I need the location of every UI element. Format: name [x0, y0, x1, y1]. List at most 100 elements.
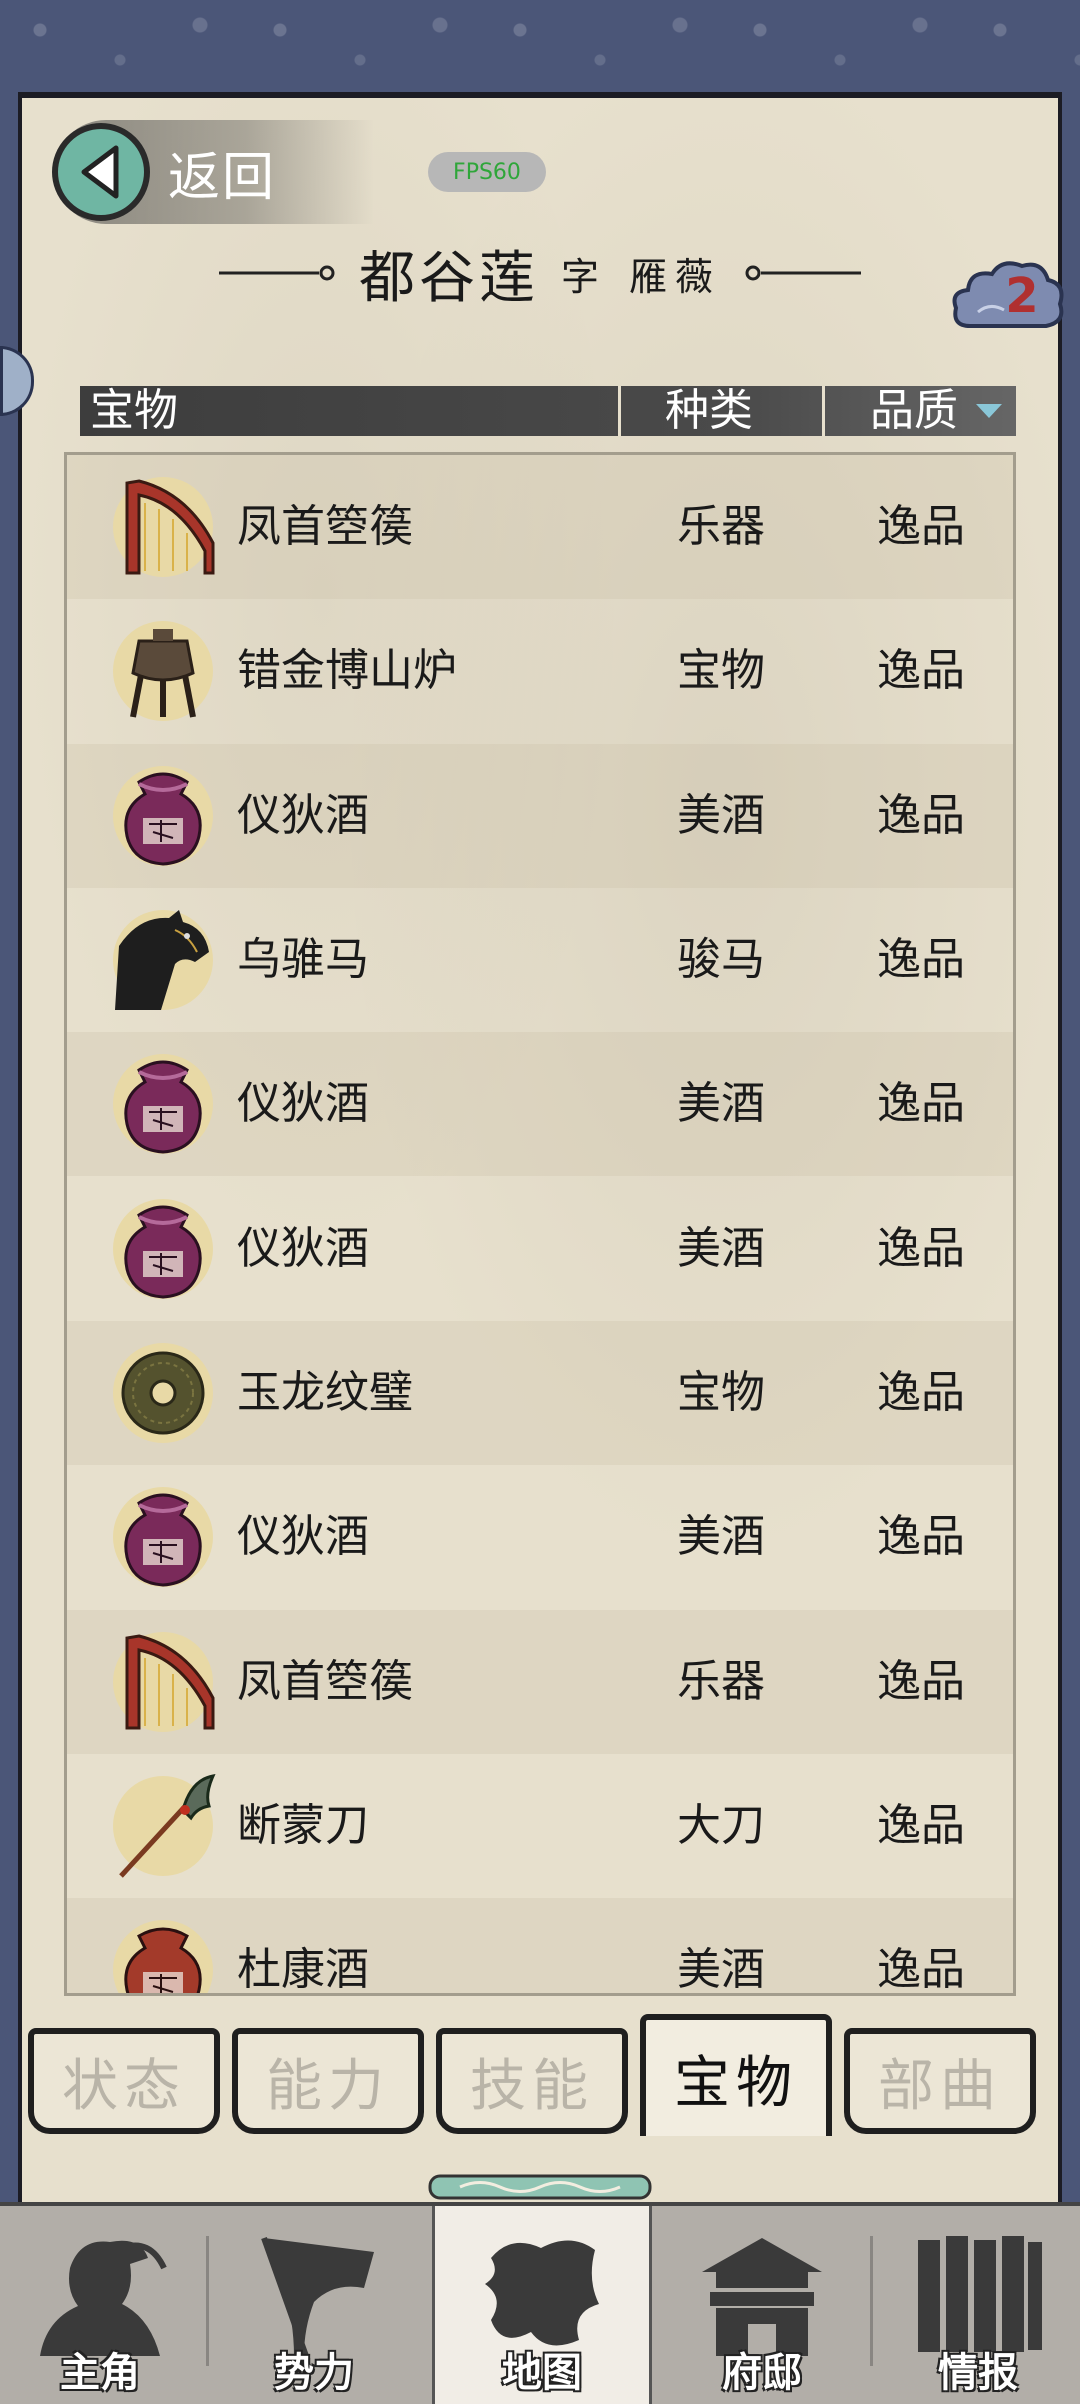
- tab-skills[interactable]: 技能: [436, 2028, 628, 2134]
- tab-bar: 状态 能力 技能 宝物 部曲: [28, 2014, 1058, 2140]
- nav-map-label: 地图: [502, 2349, 582, 2396]
- item-name: 凤首箜篌: [237, 501, 413, 552]
- item-name: 乌骓马: [237, 934, 369, 985]
- sort-descending-icon[interactable]: [976, 404, 1002, 418]
- scroll-ornament-icon: [428, 2174, 652, 2200]
- item-quality: 逸品: [877, 1223, 965, 1274]
- wine-jar-icon: [113, 1487, 213, 1587]
- bottom-navigation: 主角 势力 地图 府邸 情报: [0, 2202, 1080, 2404]
- table-row[interactable]: 仪狄酒 美酒 逸品: [67, 1177, 1013, 1321]
- item-quality: 逸品: [877, 1800, 965, 1851]
- jade-disc-icon: [113, 1343, 213, 1443]
- item-name: 错金博山炉: [237, 645, 457, 696]
- nav-divider: [870, 2236, 873, 2366]
- item-name: 仪狄酒: [237, 1511, 369, 1562]
- table-header: 宝物 种类 品质: [80, 386, 1016, 436]
- nav-intel-label: 情报: [938, 2349, 1018, 2396]
- item-kind: 乐器: [677, 501, 765, 552]
- fps-counter: FPS60: [428, 152, 546, 192]
- item-name: 玉龙纹璧: [237, 1367, 413, 1418]
- treasure-list[interactable]: 凤首箜篌 乐器 逸品 错金博山炉 宝物 逸品 仪狄酒 美酒 逸品 乌骓马 骏马 逸品 仪狄酒 美酒 逸品 仪狄…: [64, 452, 1016, 1996]
- wine-jar-icon: [113, 1199, 213, 1299]
- table-row[interactable]: 断蒙刀 大刀 逸品: [67, 1754, 1013, 1898]
- item-kind: 美酒: [677, 1944, 765, 1995]
- glaive-icon: [113, 1774, 216, 1878]
- item-quality: 逸品: [877, 1367, 965, 1418]
- tab-ability[interactable]: 能力: [232, 2028, 424, 2134]
- wine-jar-icon: [113, 766, 213, 866]
- red-wine-jar-icon: [113, 1920, 213, 1993]
- item-quality: 逸品: [877, 790, 965, 841]
- right-frame: [1058, 92, 1080, 2202]
- nav-residence-label: 府邸: [722, 2349, 802, 2396]
- item-kind: 宝物: [677, 1367, 765, 1418]
- notification-count: 2: [1005, 268, 1039, 324]
- back-arrow-icon: [52, 123, 150, 221]
- right-ornament-icon: [745, 265, 862, 281]
- table-row[interactable]: 仪狄酒 美酒 逸品: [67, 1465, 1013, 1609]
- header-divider: [822, 386, 825, 436]
- item-kind: 美酒: [677, 790, 765, 841]
- item-name: 仪狄酒: [237, 790, 369, 841]
- item-name: 断蒙刀: [237, 1800, 369, 1851]
- table-row[interactable]: 错金博山炉 宝物 逸品: [67, 599, 1013, 743]
- tab-treasure[interactable]: 宝物: [640, 2014, 832, 2136]
- character-title: 都谷莲 字 雁薇: [0, 238, 1080, 311]
- back-label: 返回: [168, 147, 277, 208]
- item-name: 凤首箜篌: [237, 1656, 413, 1707]
- top-decorative-band: [0, 0, 1080, 98]
- wine-jar-icon: [113, 1054, 213, 1154]
- table-row[interactable]: 杜康酒 美酒 逸品: [67, 1898, 1013, 1995]
- palace-icon: [702, 2238, 822, 2356]
- warrior-portrait-icon: [40, 2240, 167, 2356]
- item-quality: 逸品: [877, 1944, 965, 1995]
- item-kind: 大刀: [677, 1800, 765, 1851]
- harp-icon: [113, 1632, 215, 1732]
- character-name: 都谷莲: [358, 245, 539, 311]
- nav-protagonist[interactable]: 主角: [0, 2206, 200, 2404]
- item-quality: 逸品: [877, 1511, 965, 1562]
- courtesy-prefix: 字: [560, 254, 607, 299]
- item-kind: 宝物: [677, 645, 765, 696]
- censer-icon: [113, 621, 213, 721]
- scroll-slips-icon: [918, 2236, 1042, 2352]
- column-treasure: 宝物: [90, 385, 178, 436]
- table-row[interactable]: 仪狄酒 美酒 逸品: [67, 744, 1013, 888]
- table-row[interactable]: 仪狄酒 美酒 逸品: [67, 1032, 1013, 1176]
- courtesy-name: 雁薇: [629, 254, 722, 299]
- item-quality: 逸品: [877, 1078, 965, 1129]
- table-row[interactable]: 凤首箜篌 乐器 逸品: [67, 455, 1013, 599]
- item-kind: 美酒: [677, 1223, 765, 1274]
- nav-residence[interactable]: 府邸: [662, 2206, 862, 2404]
- table-row[interactable]: 凤首箜篌 乐器 逸品: [67, 1610, 1013, 1754]
- item-kind: 乐器: [677, 1656, 765, 1707]
- back-button[interactable]: 返回: [52, 120, 374, 224]
- nav-intel[interactable]: 情报: [878, 2206, 1078, 2404]
- left-ornament-icon: [218, 265, 335, 281]
- nav-map[interactable]: 地图: [432, 2206, 652, 2404]
- harp-icon: [113, 477, 215, 577]
- column-kind[interactable]: 种类: [665, 386, 753, 436]
- nav-divider: [206, 2236, 209, 2366]
- map-icon: [485, 2240, 599, 2346]
- header-divider: [618, 386, 621, 436]
- item-name: 杜康酒: [237, 1944, 369, 1995]
- item-name: 仪狄酒: [237, 1223, 369, 1274]
- item-quality: 逸品: [877, 645, 965, 696]
- tab-status[interactable]: 状态: [28, 2028, 220, 2134]
- item-quality: 逸品: [877, 1656, 965, 1707]
- tab-troops[interactable]: 部曲: [844, 2028, 1036, 2134]
- war-banner-icon: [261, 2236, 374, 2358]
- item-kind: 骏马: [677, 934, 765, 985]
- item-name: 仪狄酒: [237, 1078, 369, 1129]
- table-row[interactable]: 玉龙纹璧 宝物 逸品: [67, 1321, 1013, 1465]
- item-kind: 美酒: [677, 1078, 765, 1129]
- item-kind: 美酒: [677, 1511, 765, 1562]
- item-quality: 逸品: [877, 934, 965, 985]
- nav-protagonist-label: 主角: [60, 2349, 140, 2396]
- nav-faction-label: 势力: [274, 2349, 354, 2396]
- table-row[interactable]: 乌骓马 骏马 逸品: [67, 888, 1013, 1032]
- nav-faction[interactable]: 势力: [214, 2206, 414, 2404]
- horse-icon: [113, 910, 213, 1010]
- column-quality[interactable]: 品质: [870, 386, 958, 436]
